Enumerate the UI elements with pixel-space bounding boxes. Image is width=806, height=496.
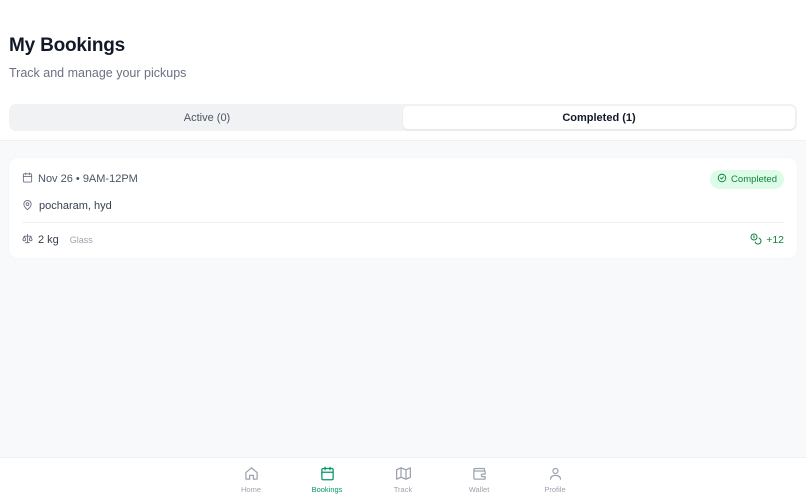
bookings-list: Nov 26 • 9AM-12PM Completed pocharam, hy… [0, 141, 806, 258]
coins-icon [750, 233, 762, 248]
status-badge: Completed [710, 169, 784, 189]
calendar-icon [320, 466, 335, 483]
nav-home[interactable]: Home [213, 458, 289, 496]
user-icon [548, 466, 563, 483]
nav-bookings-label: Bookings [311, 485, 343, 494]
nav-profile[interactable]: Profile [517, 458, 593, 496]
booking-card[interactable]: Nov 26 • 9AM-12PM Completed pocharam, hy… [9, 158, 797, 258]
tab-completed[interactable]: Completed (1) [403, 106, 795, 129]
bookings-tabs: Active (0) Completed (1) [9, 104, 797, 131]
bottom-nav: Home Bookings Track Wallet Profile [0, 457, 806, 496]
points-value: +12 [766, 234, 784, 246]
nav-track[interactable]: Track [365, 458, 441, 496]
page-header: My Bookings Track and manage your pickup… [0, 0, 806, 141]
nav-track-label: Track [393, 485, 413, 494]
page-title: My Bookings [9, 35, 126, 56]
wallet-icon [472, 466, 487, 483]
scale-icon [22, 233, 33, 247]
map-icon [395, 466, 411, 483]
status-label: Completed [731, 173, 777, 185]
points-earned: +12 [750, 233, 784, 248]
calendar-icon [22, 172, 33, 186]
location-pin-icon [22, 199, 33, 214]
booking-datetime: Nov 26 • 9AM-12PM [38, 173, 138, 185]
nav-wallet[interactable]: Wallet [441, 458, 517, 496]
page-subtitle: Track and manage your pickups [9, 66, 187, 80]
home-icon [244, 466, 259, 483]
booking-material: Glass [69, 235, 93, 245]
booking-address: pocharam, hyd [39, 200, 112, 212]
nav-profile-label: Profile [544, 485, 566, 494]
nav-bookings[interactable]: Bookings [289, 458, 365, 496]
tab-active[interactable]: Active (0) [11, 106, 403, 129]
nav-home-label: Home [240, 485, 261, 494]
booking-weight: 2 kg [38, 234, 59, 246]
nav-wallet-label: Wallet [468, 485, 490, 494]
check-circle-icon [717, 173, 727, 186]
